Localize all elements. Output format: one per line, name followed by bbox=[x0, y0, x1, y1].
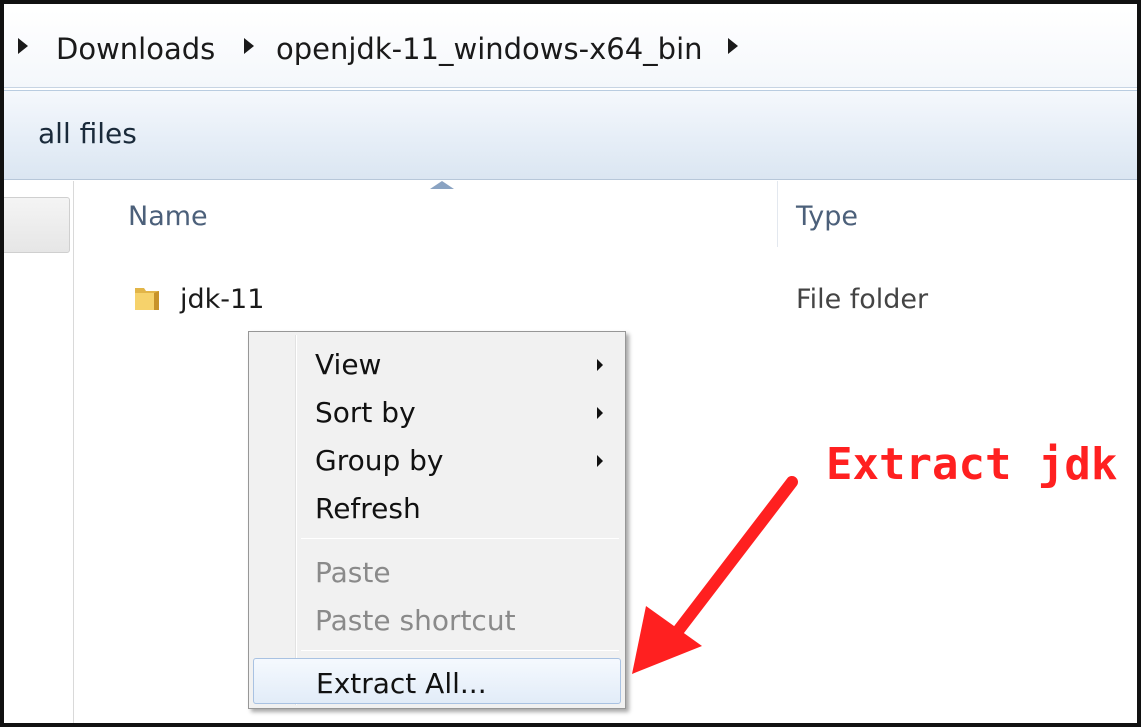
file-row[interactable]: jdk-11 File folder bbox=[124, 276, 1104, 324]
menu-item-paste[interactable]: Paste bbox=[253, 548, 621, 594]
menu-item-label: Group by bbox=[315, 444, 444, 477]
sort-ascending-icon bbox=[430, 181, 454, 189]
submenu-arrow-icon bbox=[597, 359, 603, 371]
menu-item-label: Refresh bbox=[315, 492, 421, 525]
column-header-name[interactable]: Name bbox=[128, 201, 208, 232]
submenu-arrow-icon bbox=[597, 407, 603, 419]
toolbar: all files bbox=[4, 90, 1137, 180]
nav-selected-item[interactable] bbox=[4, 197, 70, 253]
breadcrumb-item-openjdk-folder[interactable]: openjdk-11_windows-x64_bin bbox=[276, 10, 703, 88]
menu-item-label: Extract All... bbox=[316, 667, 487, 700]
menu-item-label: Paste bbox=[315, 556, 391, 589]
breadcrumb-chevron-icon[interactable] bbox=[244, 38, 254, 54]
navigation-pane[interactable] bbox=[4, 181, 74, 723]
menu-separator bbox=[301, 650, 619, 651]
toolbar-label[interactable]: all files bbox=[38, 117, 137, 150]
breadcrumb-item-downloads[interactable]: Downloads bbox=[56, 10, 215, 88]
file-type: File folder bbox=[796, 284, 929, 315]
menu-separator bbox=[301, 538, 619, 539]
file-name[interactable]: jdk-11 bbox=[180, 284, 264, 315]
menu-item-paste-shortcut[interactable]: Paste shortcut bbox=[253, 596, 621, 642]
folder-icon bbox=[135, 288, 159, 310]
menu-item-group-by[interactable]: Group by bbox=[253, 436, 621, 482]
annotation-arrow-icon bbox=[632, 476, 798, 674]
annotation-label: Extract jdk bbox=[826, 439, 1118, 490]
submenu-arrow-icon bbox=[597, 455, 603, 467]
menu-item-sort-by[interactable]: Sort by bbox=[253, 388, 621, 434]
address-bar[interactable]: Downloads openjdk-11_windows-x64_bin bbox=[4, 10, 1137, 88]
menu-item-label: Paste shortcut bbox=[315, 604, 516, 637]
menu-item-extract-all[interactable]: Extract All... bbox=[253, 658, 621, 704]
column-header-type[interactable]: Type bbox=[796, 201, 858, 232]
explorer-window: Downloads openjdk-11_windows-x64_bin all… bbox=[0, 0, 1141, 727]
menu-item-view[interactable]: View bbox=[253, 340, 621, 386]
menu-item-label: View bbox=[315, 348, 382, 381]
column-divider[interactable] bbox=[777, 181, 778, 247]
context-menu: View Sort by Group by Refresh Paste Past… bbox=[248, 331, 626, 709]
menu-item-label: Sort by bbox=[315, 396, 416, 429]
menu-item-refresh[interactable]: Refresh bbox=[253, 484, 621, 530]
breadcrumb-chevron-icon[interactable] bbox=[728, 38, 738, 54]
breadcrumb-root-chevron-icon[interactable] bbox=[18, 38, 28, 54]
